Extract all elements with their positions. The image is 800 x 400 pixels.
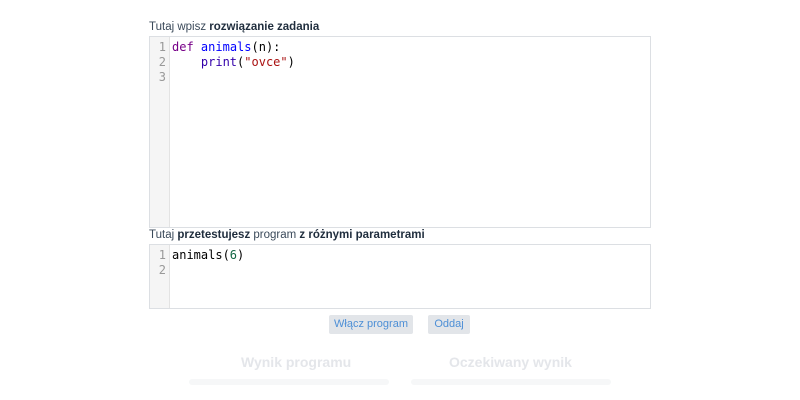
test-label-bold2: z różnymi parametrami	[299, 229, 425, 241]
solution-label-bold: rozwiązanie zadania	[209, 21, 320, 33]
line-number: 2	[158, 55, 166, 69]
submit-button[interactable]: Oddaj	[428, 315, 470, 334]
code-text: print("ovce")	[172, 55, 295, 70]
program-output-heading: Wynik programu	[241, 354, 352, 370]
run-program-button[interactable]: Włącz program	[329, 315, 413, 334]
code-token: )	[237, 248, 245, 262]
expected-output-area	[411, 379, 611, 385]
solution-label: Tutaj wpisz rozwiązanie zadania	[149, 21, 319, 33]
code-token: 6	[229, 248, 238, 262]
code-text: animals(6)	[172, 248, 244, 263]
code-token: print	[200, 55, 238, 69]
test-label-part2: program	[250, 229, 300, 241]
program-output-area	[189, 379, 389, 385]
test-label-bold1: przetestujesz	[177, 229, 251, 241]
solution-label-prefix: Tutaj wpisz	[149, 21, 210, 33]
code-token: )	[287, 55, 295, 69]
code-token: animals	[200, 40, 252, 54]
line-number: 3	[158, 70, 166, 84]
test-label: Tutaj przetestujesz program z różnymi pa…	[149, 229, 425, 241]
code-token: "ovce"	[244, 55, 288, 69]
solution-code-editor[interactable]: 1 def animals(n): 2 print("ovce") 3	[149, 36, 651, 228]
test-code-editor[interactable]: 1 animals(6) 2	[149, 244, 651, 309]
code-text: def animals(n):	[172, 40, 280, 55]
code-token: (n):	[251, 40, 281, 54]
expected-output-heading: Oczekiwany wynik	[449, 354, 572, 370]
code-token: animals(	[172, 248, 230, 262]
code-token: def	[172, 40, 194, 54]
line-number: 1	[158, 40, 166, 54]
line-number: 2	[158, 263, 166, 277]
line-number: 1	[158, 248, 166, 262]
test-label-part1: Tutaj	[149, 229, 178, 241]
